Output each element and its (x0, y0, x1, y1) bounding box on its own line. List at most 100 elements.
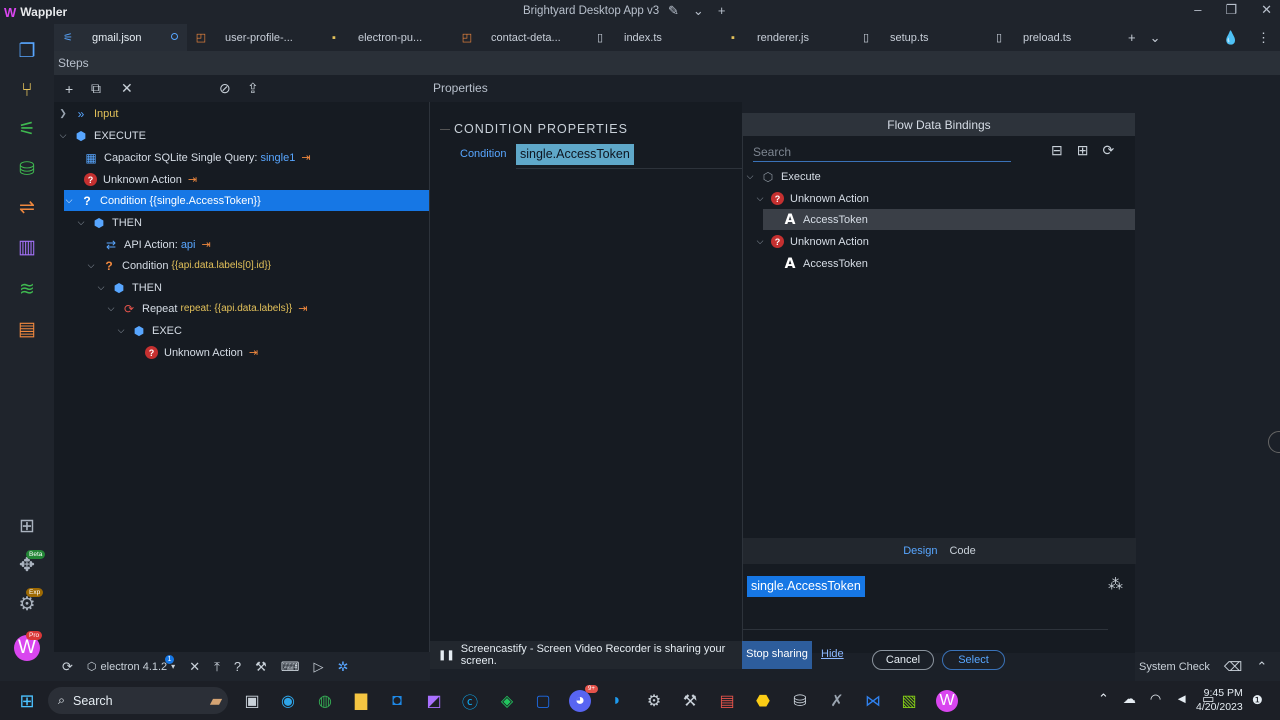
binding-node-accesstoken-highlighted[interactable]: A AccessToken (763, 209, 1135, 230)
resources-icon[interactable]: ▥ (14, 234, 40, 260)
chevron-down-icon[interactable]: ⌵ (86, 260, 96, 271)
sync-icon[interactable]: ⟳ (62, 659, 73, 675)
tab-design[interactable]: Design (903, 545, 937, 557)
binding-node-unknown-action[interactable]: ⌵ ? Unknown Action (755, 188, 1135, 209)
close-icon[interactable]: ✕ (189, 659, 200, 675)
upload-icon[interactable]: ⤒ (214, 659, 220, 675)
chevron-down-icon[interactable]: ⌵ (755, 236, 765, 247)
delete-icon[interactable]: ✕ (121, 80, 133, 97)
tree-node-then[interactable]: ⌵ ⬢ THEN (96, 277, 430, 298)
tree-node-sqlite-query[interactable]: ▦ Capacitor SQLite Single Query: single1… (84, 147, 430, 168)
tree-node-api-action[interactable]: ⇄ API Action: api ⇥ (104, 234, 430, 255)
restore-button[interactable]: ❐ (1225, 2, 1237, 18)
tab-setup-ts[interactable]: ▯ setup.ts (852, 24, 985, 51)
tab-contact-deta[interactable]: ◰ contact-deta... (453, 24, 586, 51)
twitch-icon[interactable]: ◩ (423, 690, 445, 712)
cloud-icon[interactable]: ☁ (1123, 691, 1136, 707)
bitwarden-icon[interactable]: ⬣ (752, 690, 774, 712)
tools-icon[interactable]: ⚒ (679, 690, 701, 712)
chevron-down-icon[interactable]: ⌄ (693, 3, 704, 19)
magic-wand-icon[interactable]: ⁂ (1108, 575, 1123, 593)
tree-node-repeat[interactable]: ⌵ ⟳ Repeat repeat: {{api.data.labels}} ⇥ (106, 298, 430, 319)
chevron-down-icon[interactable]: ⌵ (76, 217, 86, 228)
add-icon[interactable]: + (718, 3, 726, 19)
notepad-app-icon[interactable]: ▤ (716, 690, 738, 712)
database-app-icon[interactable]: ⛁ (789, 690, 811, 712)
tab-code[interactable]: Code (949, 545, 975, 557)
tab-preload-ts[interactable]: ▯ preload.ts (985, 24, 1118, 51)
binding-expression[interactable]: single.AccessToken (747, 576, 865, 597)
tab-list-chevron-icon[interactable]: ⌄ (1150, 30, 1161, 46)
notification-icon[interactable]: ❶ (1252, 693, 1263, 707)
wappler-taskbar-icon[interactable]: W (936, 690, 958, 712)
vscode-icon[interactable]: ⋈ (862, 690, 884, 712)
tree-node-unknown-action[interactable]: ? Unknown Action ⇥ (145, 342, 430, 363)
hide-link[interactable]: Hide (821, 648, 844, 660)
database-icon[interactable]: ⛁ (14, 156, 40, 182)
theme-drop-icon[interactable]: 💧 (1223, 30, 1239, 46)
terminal-icon[interactable]: ⌨ (281, 659, 300, 675)
binding-node-unknown-action[interactable]: ⌵ ? Unknown Action (755, 231, 1135, 252)
run-icon[interactable]: ▷ (314, 659, 324, 675)
chevron-down-icon[interactable]: ⌵ (116, 325, 126, 336)
tree-node-execute[interactable]: ⌵ ⬢ EXECUTE (58, 125, 430, 146)
extensions-icon[interactable]: ⊞ (14, 513, 40, 539)
side-panel-handle[interactable] (1268, 431, 1280, 453)
layers-icon[interactable]: ≋ (14, 276, 40, 302)
widgets-icon[interactable]: ▰ (205, 690, 227, 712)
canva-icon[interactable]: ⓒ (459, 690, 481, 712)
add-step-icon[interactable]: + (65, 81, 73, 97)
outlook-icon[interactable]: ◘ (386, 690, 408, 712)
chrome-icon[interactable]: ◍ (314, 690, 336, 712)
tab-renderer-js[interactable]: ▪ renderer.js (719, 24, 852, 51)
tree-node-condition[interactable]: ⌵ ? Condition {{api.data.labels[0].id}} (86, 255, 430, 276)
docker-icon[interactable]: ◗ (606, 690, 628, 712)
expand-all-icon[interactable]: ⊞ (1077, 142, 1089, 159)
stack-app-icon[interactable]: ◈ (496, 690, 518, 712)
disable-icon[interactable]: ⊘ (219, 80, 231, 97)
file-explorer-icon[interactable]: ▇ (350, 690, 372, 712)
chevron-down-icon[interactable]: ⌵ (755, 193, 765, 204)
tab-index-ts[interactable]: ▯ index.ts (586, 24, 719, 51)
more-options-icon[interactable]: ⋮ (1257, 30, 1270, 46)
export-icon[interactable]: ⇪ (247, 80, 259, 97)
clipboard-icon[interactable]: ▤ (14, 316, 40, 342)
chevron-down-icon[interactable]: ⌵ (745, 171, 755, 182)
flow-icon[interactable]: ⚟ (14, 116, 40, 142)
edit-icon[interactable]: ✎ (668, 3, 679, 19)
wifi-icon[interactable]: ◠ (1150, 691, 1161, 707)
tree-node-then[interactable]: ⌵ ⬢ THEN (76, 212, 430, 233)
tray-chevron-up-icon[interactable]: ⌃ (1098, 691, 1109, 707)
new-tab-icon[interactable]: + (1128, 30, 1136, 46)
chevron-down-icon[interactable]: ⌵ (106, 303, 116, 314)
system-check-label[interactable]: System Check (1139, 661, 1210, 673)
taskbar-search[interactable]: ⌕ Search (48, 687, 228, 714)
edge-icon[interactable]: ◉ (277, 690, 299, 712)
routing-icon[interactable]: ⇌ (14, 194, 40, 220)
chevron-up-icon[interactable]: ⌃ (1256, 659, 1267, 675)
collapse-all-icon[interactable]: ⊟ (1051, 142, 1063, 159)
volume-icon[interactable]: ◄ (1175, 691, 1188, 707)
task-view-icon[interactable]: ▣ (241, 690, 263, 712)
chevron-right-icon[interactable]: ❯ (58, 108, 68, 119)
tab-user-profile[interactable]: ◰ user-profile-... (187, 24, 320, 51)
pages-icon[interactable]: ❐ (14, 38, 40, 64)
git-icon[interactable]: ⑂ (14, 78, 40, 104)
tree-node-condition-selected[interactable]: ⌵ ? Condition {{single.AccessToken}} (64, 190, 429, 211)
chevron-down-icon[interactable]: ⌵ (96, 282, 106, 293)
app-store-icon[interactable]: ▢ (532, 690, 554, 712)
condition-input[interactable]: single.AccessToken (516, 144, 634, 165)
tab-gmail-json[interactable]: ⚟ gmail.json (54, 24, 187, 51)
cancel-button[interactable]: Cancel (872, 650, 934, 670)
target-selector[interactable]: ⬡ electron 4.1.2 1 ▾ (87, 655, 175, 673)
debug-icon[interactable]: ✲ (338, 659, 349, 675)
copy-icon[interactable]: ⧉ (91, 80, 101, 97)
help-icon[interactable]: ? (234, 659, 241, 674)
tab-electron-pu[interactable]: ▪ electron-pu... (320, 24, 453, 51)
notepad-plus-icon[interactable]: ▧ (898, 690, 920, 712)
eraser-icon[interactable]: ⌫ (1224, 659, 1242, 675)
binding-node-accesstoken[interactable]: A AccessToken (783, 253, 1135, 274)
chevron-down-icon[interactable]: ⌵ (58, 130, 68, 141)
clock[interactable]: 9:45 PM 4/20/2023 (1196, 686, 1243, 714)
chevron-down-icon[interactable]: ⌵ (64, 195, 74, 206)
